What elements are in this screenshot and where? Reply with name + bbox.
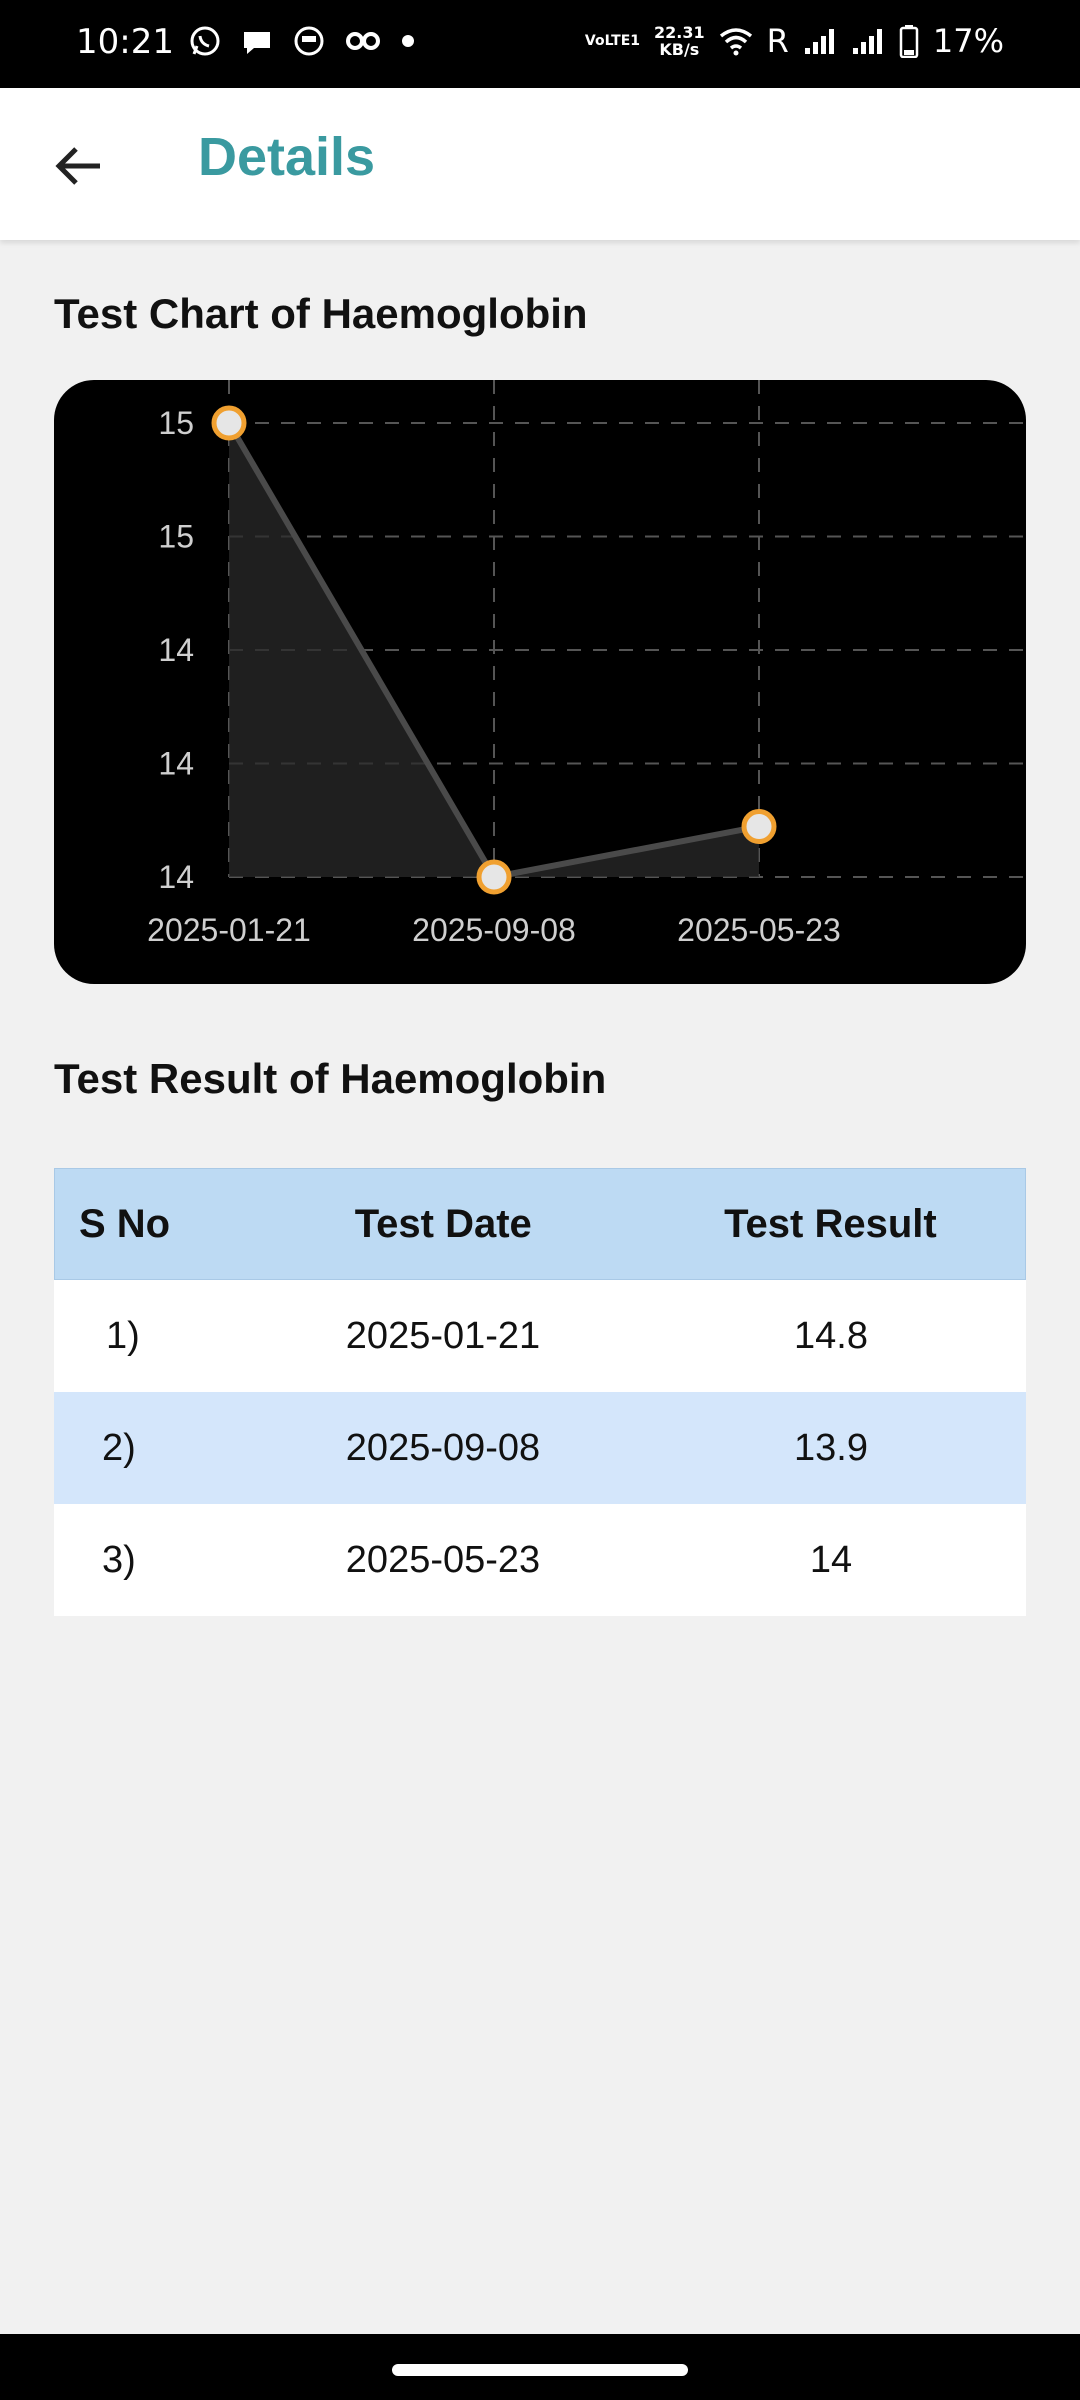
notification-icons	[188, 24, 416, 58]
cell-result: 14.8	[794, 1314, 868, 1357]
chart-canvas: 15 15 14 14 14 2025-01-21 2025-09-08 2025-05-23	[147, 380, 1026, 948]
app-bar: Details	[0, 88, 1080, 240]
y-tick-label: 14	[158, 632, 194, 668]
status-time: 10:21	[76, 22, 174, 62]
cell-result: 14	[809, 1538, 853, 1581]
x-tick-label: 2025-09-08	[412, 912, 576, 948]
table-header: S No Test Date Test Result	[54, 1168, 1026, 1280]
navigation-bar	[0, 2334, 1080, 2400]
table-row: 1) 2025-01-21 14.8	[54, 1280, 1026, 1392]
data-point	[476, 859, 512, 895]
status-bar: 10:21 VoLTE1 22.31 KB/s R 17%	[0, 0, 1080, 88]
app-icon	[294, 26, 324, 56]
back-button[interactable]	[40, 128, 116, 204]
cell-date: 2025-05-23	[345, 1538, 541, 1581]
status-right: VoLTE1 22.31 KB/s R 17%	[585, 22, 1004, 60]
table-section-title: Test Result of Haemoglobin	[54, 1055, 607, 1102]
battery-icon	[899, 25, 919, 58]
y-tick-label: 14	[158, 746, 194, 782]
data-point	[741, 809, 777, 845]
wifi-icon	[719, 28, 752, 56]
page-title: Details	[198, 127, 376, 187]
column-sno: S No	[79, 1201, 171, 1246]
roaming-indicator: R	[766, 22, 789, 60]
x-tick-label: 2025-01-21	[147, 912, 311, 948]
x-tick-label: 2025-05-23	[677, 912, 841, 948]
cell-sno: 2)	[102, 1426, 136, 1469]
table-row: 2) 2025-09-08 13.9	[54, 1392, 1026, 1504]
signal-icon-2	[852, 29, 882, 54]
volte-badge: VoLTE1	[584, 32, 641, 49]
chart-section-title: Test Chart of Haemoglobin	[54, 290, 588, 337]
cell-result: 13.9	[794, 1426, 868, 1469]
cell-sno: 3)	[102, 1538, 136, 1581]
arrow-left-icon	[55, 147, 100, 185]
cell-date: 2025-01-21	[345, 1314, 541, 1357]
y-tick-label: 15	[158, 405, 194, 441]
dot-icon	[402, 35, 414, 47]
y-tick-label: 14	[158, 859, 194, 895]
chat-icon	[244, 32, 270, 54]
home-gesture-handle[interactable]	[392, 2364, 688, 2376]
glasses-icon	[346, 32, 380, 50]
column-test-date: Test Date	[354, 1201, 532, 1246]
results-table: S No Test Date Test Result 1) 2025-01-21…	[54, 1168, 1026, 1616]
y-tick-label: 15	[158, 519, 194, 555]
cell-date: 2025-09-08	[345, 1426, 541, 1469]
whatsapp-icon	[190, 26, 220, 56]
signal-icon	[804, 29, 834, 54]
table-row: 3) 2025-05-23 14	[54, 1504, 1026, 1616]
data-point	[211, 405, 247, 441]
cell-sno: 1)	[106, 1314, 140, 1357]
network-speed: 22.31 KB/s	[654, 23, 705, 59]
haemoglobin-chart: 15 15 14 14 14 2025-01-21 2025-09-08 2025-05-23	[54, 380, 1026, 984]
column-test-result: Test Result	[724, 1201, 937, 1246]
battery-percent: 17%	[932, 22, 1004, 60]
